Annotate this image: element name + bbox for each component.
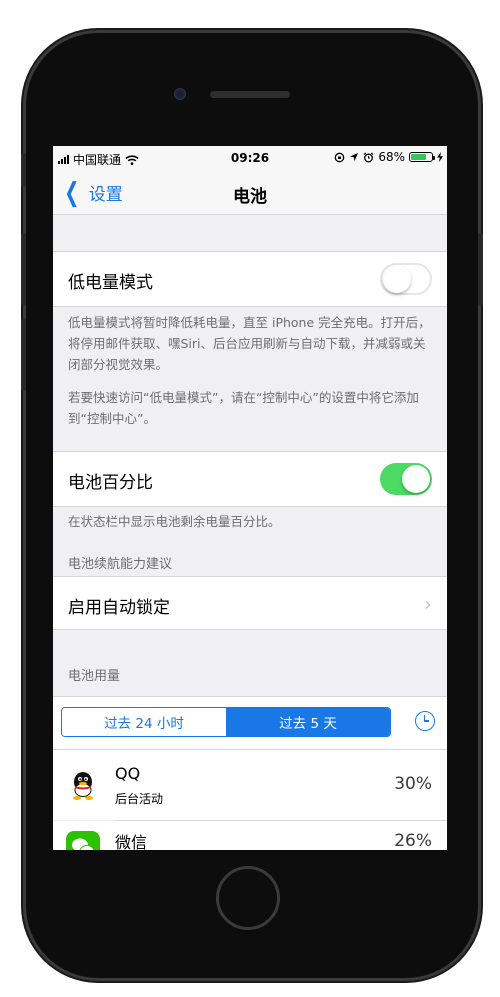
battery-percentage-label: 电池百分比 [68, 473, 153, 493]
app-usage-percent: 30% [394, 774, 432, 794]
time-range-segmented-control: 过去 24 小时 过去 5 天 [61, 707, 391, 737]
screen: 中国联通 09:26 68% ❮ 设置 电池 低电量模式 低电量模式将暂时降低耗… [53, 146, 447, 850]
earpiece-speaker [210, 91, 290, 98]
front-camera [174, 88, 186, 100]
usage-header: 电池用量 [68, 669, 121, 684]
battery-icon [409, 152, 435, 162]
app-name: QQ [115, 764, 141, 783]
battery-percentage-note: 在状态栏中显示电池剩余电量百分比。 [68, 514, 281, 529]
app-usage-row-qq[interactable]: QQ 后台活动 30% [53, 750, 447, 820]
power-button [478, 233, 483, 305]
suggestions-header: 电池续航能力建议 [68, 557, 173, 572]
navigation-bar: ❮ 设置 电池 [53, 170, 447, 215]
auto-lock-suggestion-row[interactable]: 启用自动锁定 › [53, 576, 447, 630]
status-bar: 中国联通 09:26 68% [53, 146, 447, 170]
control-center-note: 若要快速访问“低电量模式”，请在“控制中心”的设置中将它添加到“控制中心”。 [68, 390, 419, 426]
battery-percentage-toggle[interactable] [380, 463, 432, 495]
auto-lock-label: 启用自动锁定 [68, 598, 170, 618]
mute-switch [21, 153, 26, 187]
battery-percent-label: 68% [378, 150, 405, 164]
toggle-knob [383, 265, 411, 293]
qq-app-icon [73, 772, 93, 800]
low-power-mode-toggle[interactable] [380, 263, 432, 295]
home-button[interactable] [216, 866, 280, 930]
chevron-right-icon: › [424, 592, 432, 616]
volume-up-button [21, 233, 26, 305]
clock-icon[interactable] [415, 711, 435, 731]
app-activity: 后台活动 [115, 792, 164, 806]
usage-segment-row: 过去 24 小时 过去 5 天 [53, 696, 447, 750]
charging-bolt-icon [437, 152, 443, 162]
app-name: 微信 [115, 833, 148, 850]
page-title: 电池 [233, 187, 267, 207]
segment-last-24-hours[interactable]: 过去 24 小时 [62, 708, 226, 736]
orientation-lock-icon [334, 152, 345, 162]
app-usage-percent: 26% [394, 831, 432, 850]
segment-last-5-days[interactable]: 过去 5 天 [226, 708, 390, 736]
volume-down-button [21, 319, 26, 391]
app-usage-row-wechat[interactable]: 微信 26% [53, 821, 447, 850]
low-power-mode-label: 低电量模式 [68, 273, 153, 293]
location-icon [350, 153, 359, 161]
battery-percentage-row: 电池百分比 [53, 451, 447, 507]
low-power-mode-note: 低电量模式将暂时降低耗电量，直至 iPhone 完全充电。打开后，将停用邮件获取… [68, 315, 431, 372]
toggle-knob [402, 465, 430, 493]
wechat-app-icon [66, 831, 100, 850]
low-power-mode-row: 低电量模式 [53, 251, 447, 307]
alarm-icon [363, 152, 374, 162]
